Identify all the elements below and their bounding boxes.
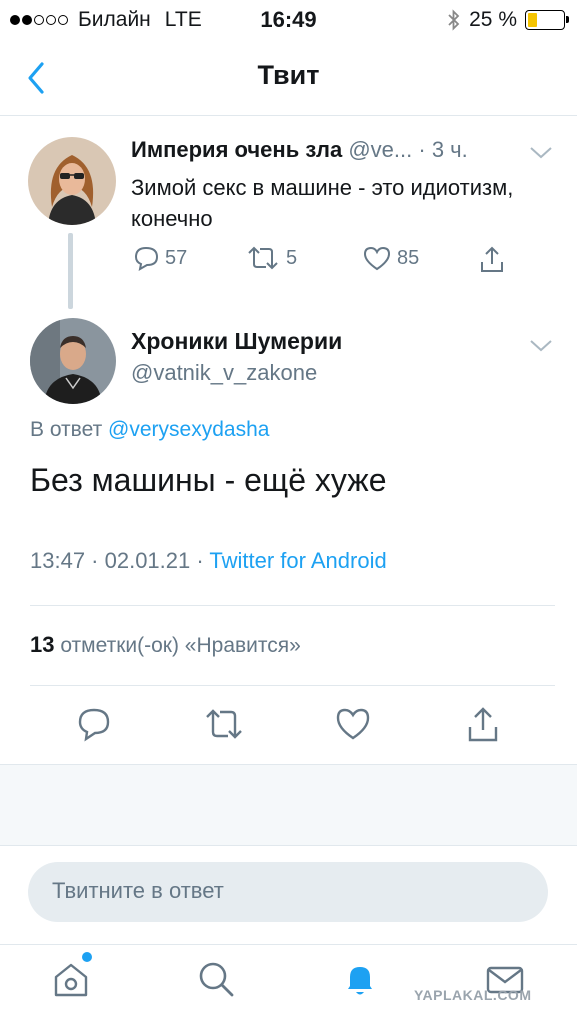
battery-percent: 25 % [469, 8, 517, 31]
share-icon [481, 246, 503, 272]
avatar[interactable] [30, 318, 116, 404]
reply-compose-input[interactable]: Твитните в ответ [28, 862, 548, 922]
bluetooth-icon [448, 9, 460, 31]
status-bar: Билайн LTE 16:49 25 % [0, 0, 577, 38]
in-reply-to: В ответ @verysexydasha [30, 418, 269, 442]
navigation-bar: Твит [0, 40, 577, 116]
likes-count: 13 [30, 632, 55, 657]
retweet-icon [248, 246, 278, 270]
author-name[interactable]: Империя очень зла [131, 137, 342, 162]
empty-replies-area [0, 764, 577, 846]
likes-summary[interactable]: 13 отметки(-ок) «Нравится» [30, 632, 301, 658]
reply-icon[interactable] [75, 704, 113, 744]
watermark: YAPLAKAL.COM [414, 987, 532, 1003]
compose-placeholder: Твитните в ответ [52, 878, 224, 903]
heart-icon [363, 246, 391, 271]
tweet-text: Без машины - ещё хуже [30, 462, 387, 498]
tweet-actions: 57 5 85 [131, 244, 531, 280]
divider [30, 685, 555, 686]
divider [30, 605, 555, 606]
in-reply-handle-link[interactable]: @verysexydasha [108, 418, 269, 441]
chevron-down-icon[interactable] [528, 338, 554, 354]
reply-icon [134, 246, 159, 271]
home-icon[interactable] [52, 959, 90, 999]
reply-author: Хроники Шумерии @vatnik_v_zakone [0, 310, 577, 410]
retweet-count: 5 [286, 246, 298, 269]
original-tweet[interactable]: Империя очень зла @ve... · 3 ч. Зимой се… [0, 117, 577, 307]
likes-label: отметки(-ок) «Нравится» [60, 634, 301, 657]
notifications-bell-icon[interactable] [340, 959, 380, 999]
thread-connector [68, 233, 73, 309]
author-name[interactable]: Хроники Шумерии [131, 328, 342, 355]
author-handle[interactable]: @ve... [348, 137, 412, 162]
reply-button[interactable]: 57 [131, 244, 187, 272]
search-icon[interactable] [196, 959, 236, 999]
source-link[interactable]: Twitter for Android [209, 548, 386, 573]
retweet-button[interactable]: 5 [244, 244, 297, 272]
tweet-header: Империя очень зла @ve... · 3 ч. [131, 137, 468, 163]
share-button[interactable] [477, 244, 507, 274]
retweet-icon[interactable] [202, 704, 246, 744]
in-reply-prefix: В ответ [30, 418, 103, 441]
avatar[interactable] [28, 137, 116, 225]
heart-icon[interactable] [334, 704, 372, 744]
separator: · [418, 137, 426, 162]
like-button[interactable]: 85 [361, 244, 419, 272]
tweet-actions [0, 700, 577, 750]
timestamp: 13:47 · 02.01.21 · [30, 548, 204, 573]
reply-count: 57 [165, 246, 188, 269]
author-handle[interactable]: @vatnik_v_zakone [131, 360, 317, 386]
tweet-text: Зимой секс в машине - это идиотизм, коне… [131, 175, 514, 231]
share-icon[interactable] [464, 704, 502, 744]
page-title: Твит [257, 60, 320, 90]
battery-icon [525, 10, 569, 30]
tweet-meta: 13:47 · 02.01.21 · Twitter for Android [30, 548, 387, 574]
chevron-down-icon[interactable] [528, 145, 554, 161]
tweet-age: 3 ч. [431, 137, 468, 162]
new-content-indicator [82, 952, 92, 962]
like-count: 85 [397, 246, 420, 269]
